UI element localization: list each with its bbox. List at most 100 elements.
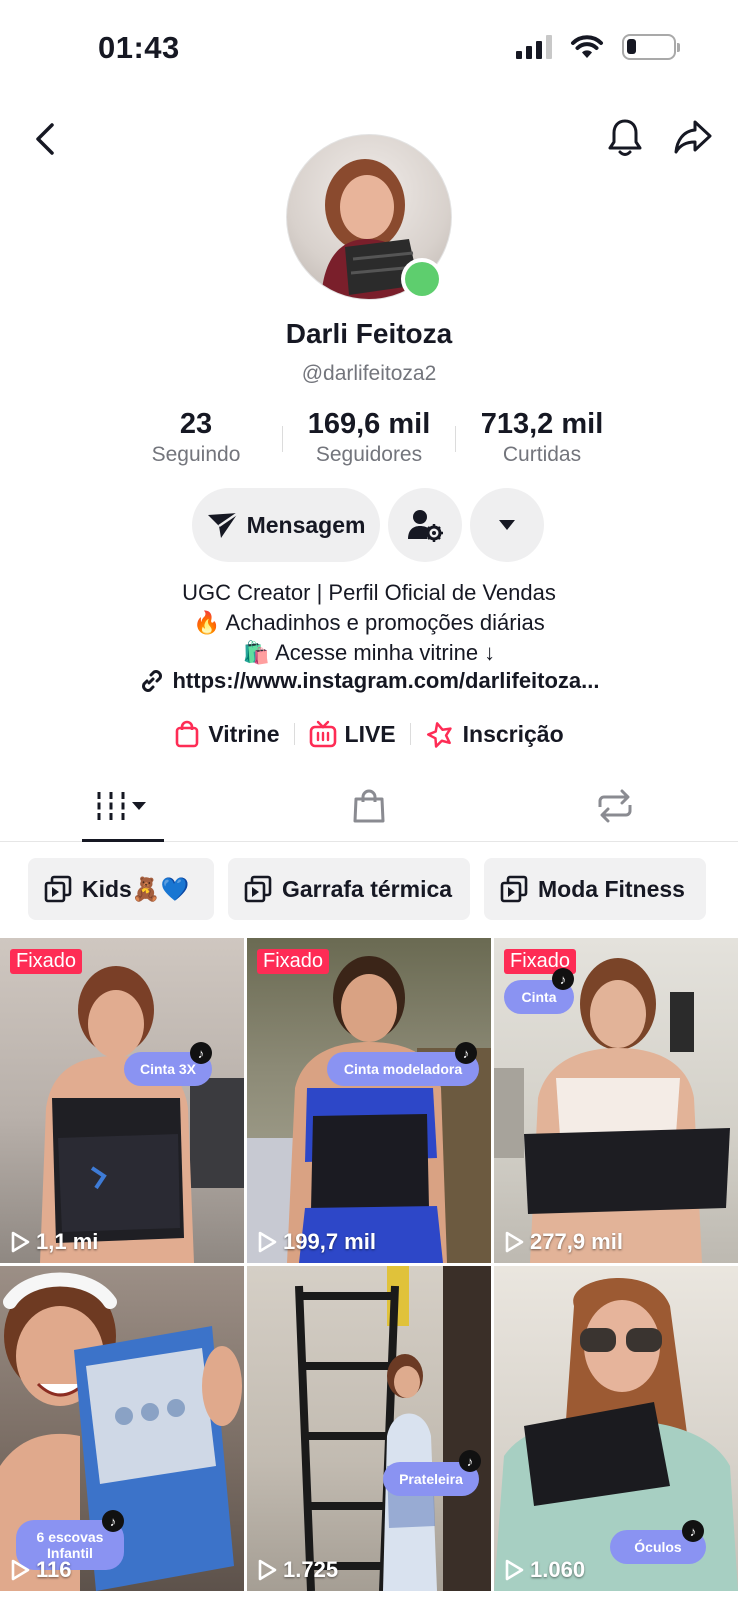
bio-line: 🔥 Achadinhos e promoções diárias xyxy=(193,610,545,635)
video-tile[interactable]: Fixado Cinta ♪ 277,9 mil xyxy=(494,938,738,1263)
status-icons xyxy=(516,34,680,60)
profile-actions: Mensagem xyxy=(192,488,544,562)
quick-link-label: LIVE xyxy=(344,720,396,747)
stat-label: Seguidores xyxy=(315,443,423,466)
stat-following[interactable]: 23 Seguindo xyxy=(110,408,282,467)
video-thumbnail xyxy=(247,956,491,1263)
play-icon xyxy=(258,1231,277,1253)
playlist-label: Kids🧸💙 xyxy=(82,875,190,902)
video-thumbnail xyxy=(40,966,244,1263)
quick-link-label: Vitrine xyxy=(208,720,280,747)
video-tile[interactable]: 6 escovas Infantil ♪ 116 xyxy=(0,1266,244,1591)
bio: UGC Creator | Perfil Oficial de Vendas 🔥… xyxy=(0,578,738,668)
playlists-row: Kids🧸💙 Garrafa térmica Moda Fitness xyxy=(28,858,706,920)
stat-label: Seguindo xyxy=(151,443,241,466)
video-grid: Fixado Cinta 3X ♪ 1,1 mi Fixado Cinta mo… xyxy=(0,938,738,1591)
videos-grid-icon xyxy=(97,791,146,820)
stat-followers[interactable]: 169,6 mil Seguidores xyxy=(283,408,455,467)
shopping-bag-icon xyxy=(176,720,199,748)
share-button[interactable] xyxy=(668,112,718,162)
stat-value: 169,6 mil xyxy=(307,408,431,440)
bell-icon xyxy=(608,119,642,156)
star-badge-icon xyxy=(426,722,452,748)
profile-stats: 23 Seguindo 169,6 mil Seguidores 713,2 m… xyxy=(0,408,738,467)
playlist-icon xyxy=(500,875,528,903)
playlist-label: Moda Fitness xyxy=(538,875,685,902)
view-count-text: 116 xyxy=(36,1557,72,1582)
display-name: Darli Feitoza xyxy=(285,318,453,349)
send-icon xyxy=(207,511,239,538)
share-arrow-icon xyxy=(674,120,712,154)
quick-links: Vitrine LIVE Inscrição xyxy=(0,720,738,748)
view-count: 1.725 xyxy=(257,1557,338,1583)
cellular-signal-icon xyxy=(516,35,552,59)
view-count-text: 1.725 xyxy=(283,1557,339,1582)
stat-likes[interactable]: 713,2 mil Curtidas xyxy=(456,408,628,467)
tiktok-logo-icon: ♪ xyxy=(552,968,574,990)
view-count: 1,1 mi xyxy=(10,1229,98,1255)
online-status-dot xyxy=(401,258,443,300)
subscription-link[interactable]: Inscrição xyxy=(411,720,578,748)
view-count: 1.060 xyxy=(504,1557,585,1583)
video-tile[interactable]: Prateleira ♪ 1.725 xyxy=(247,1266,491,1591)
play-icon xyxy=(11,1231,30,1253)
repost-icon xyxy=(598,789,632,822)
follow-settings-button[interactable] xyxy=(388,488,462,562)
tab-shop[interactable] xyxy=(246,770,492,841)
playlist-icon xyxy=(44,875,72,903)
view-count-text: 199,7 mil xyxy=(283,1229,376,1254)
tab-videos[interactable] xyxy=(0,770,246,842)
battery-icon xyxy=(622,34,680,60)
view-count: 116 xyxy=(10,1557,72,1583)
stat-value: 713,2 mil xyxy=(480,408,604,440)
playlist-icon xyxy=(244,875,272,903)
playlist-chip[interactable]: Moda Fitness xyxy=(484,858,706,920)
tiktok-logo-icon: ♪ xyxy=(459,1450,481,1472)
username: @darlifeitoza2 xyxy=(301,362,437,385)
video-tile[interactable]: Óculos ♪ 1.060 xyxy=(494,1266,738,1591)
profile-tabs xyxy=(0,770,738,842)
chevron-left-icon xyxy=(36,123,54,155)
message-button-label: Mensagem xyxy=(246,511,366,538)
wifi-icon xyxy=(571,35,603,58)
bio-line: UGC Creator | Perfil Oficial de Vendas xyxy=(182,580,556,605)
play-icon xyxy=(505,1559,524,1581)
stat-value: 23 xyxy=(179,408,213,440)
view-count: 277,9 mil xyxy=(504,1229,623,1255)
view-count-text: 277,9 mil xyxy=(530,1229,623,1254)
play-icon xyxy=(11,1559,30,1581)
view-count: 199,7 mil xyxy=(257,1229,376,1255)
tiktok-logo-icon: ♪ xyxy=(455,1042,477,1064)
view-count-text: 1,1 mi xyxy=(36,1229,99,1254)
tiktok-logo-icon: ♪ xyxy=(102,1510,124,1532)
live-link[interactable]: LIVE xyxy=(295,720,410,748)
showcase-link[interactable]: Vitrine xyxy=(160,720,293,748)
playlist-chip[interactable]: Garrafa térmica xyxy=(228,858,470,920)
bio-link-text: https://www.instagram.com/darlifeitoza..… xyxy=(172,668,600,693)
status-time: 01:43 xyxy=(98,30,180,65)
pinned-badge: Fixado xyxy=(10,949,83,974)
tiktok-logo-icon: ♪ xyxy=(682,1520,704,1542)
shopping-bag-icon xyxy=(353,789,385,822)
status-bar: 01:43 xyxy=(0,0,738,100)
playlist-label: Garrafa térmica xyxy=(282,875,453,902)
back-button[interactable] xyxy=(20,114,70,164)
bio-link[interactable]: https://www.instagram.com/darlifeitoza..… xyxy=(0,668,738,694)
more-options-button[interactable] xyxy=(470,488,544,562)
notifications-button[interactable] xyxy=(600,112,650,162)
view-count-text: 1.060 xyxy=(530,1557,586,1582)
playlist-chip[interactable]: Kids🧸💙 xyxy=(28,858,214,920)
bio-line: 🛍️ Acesse minha vitrine ↓ xyxy=(242,640,496,665)
live-tv-icon xyxy=(309,720,336,748)
tab-reposts[interactable] xyxy=(492,770,738,841)
caret-down-icon xyxy=(499,520,515,530)
tiktok-logo-icon: ♪ xyxy=(190,1042,212,1064)
video-tile[interactable]: Fixado Cinta modeladora ♪ 199,7 mil xyxy=(247,938,491,1263)
stat-label: Curtidas xyxy=(502,443,582,466)
link-icon xyxy=(142,670,163,692)
video-tile[interactable]: Fixado Cinta 3X ♪ 1,1 mi xyxy=(0,938,244,1263)
user-gear-icon xyxy=(408,510,443,542)
message-button[interactable]: Mensagem xyxy=(192,488,380,562)
play-icon xyxy=(258,1559,277,1581)
pinned-badge: Fixado xyxy=(257,949,330,974)
